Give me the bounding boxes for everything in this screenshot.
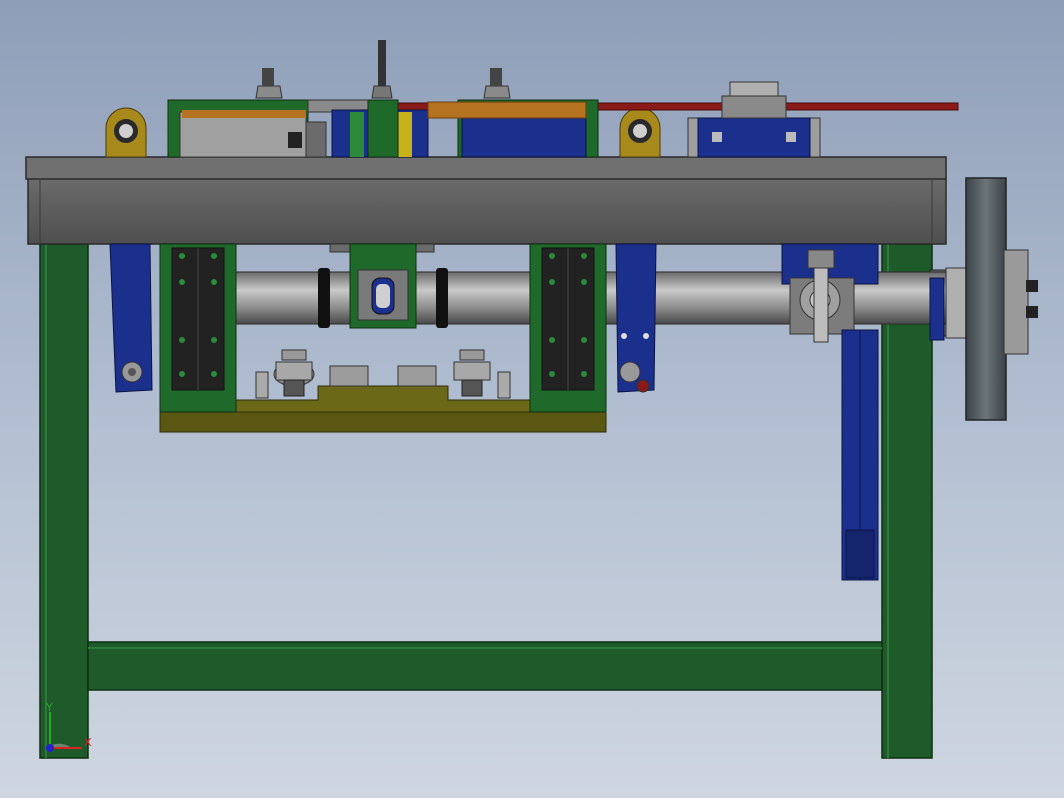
shaft-end-cap [929,277,945,341]
axis-y-label: Y [45,701,53,714]
roller [397,365,437,387]
right-lifting-lug [619,107,661,158]
bottom-crossbar [87,641,883,691]
guide-pin [497,371,511,399]
guide-pin [255,371,269,399]
right-bearing-housing [529,243,607,413]
roller [329,365,369,387]
axis-x-label: X [84,736,92,749]
shaft-collar [318,268,330,328]
left-frame-leg [39,243,89,759]
right-pulley [453,349,491,397]
left-swing-arm [109,243,153,393]
pulley-gearbox [687,81,821,158]
drive-chain [841,329,879,581]
left-lifting-lug [105,107,147,158]
flywheel-disc [965,177,1007,421]
center-clamp-post [331,40,429,158]
shaft-collar [436,268,448,328]
cad-viewport[interactable]: Y X [0,0,1064,798]
right-swing-arm [615,243,657,393]
left-pulley [273,349,315,397]
right-clamp-unit [427,68,599,158]
table-plate [25,156,947,245]
left-bearing-housing [159,243,237,413]
